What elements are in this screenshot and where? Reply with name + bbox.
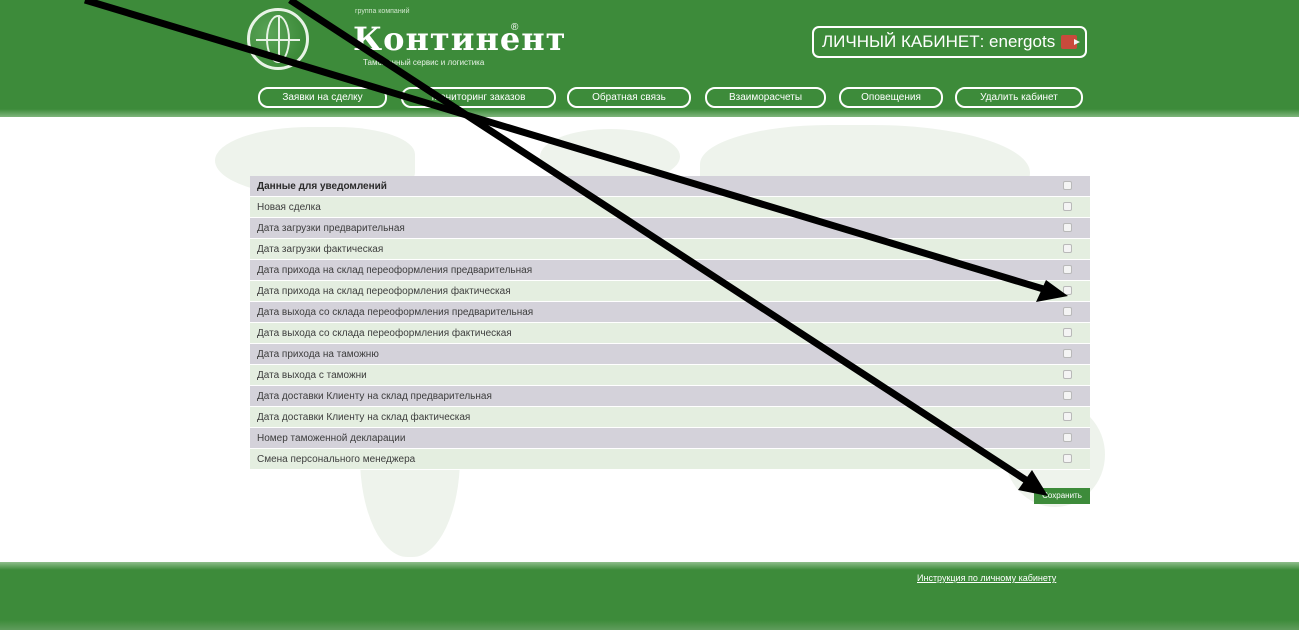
row-label: Дата прихода на склад переоформления пре… bbox=[250, 259, 1044, 281]
row-checkbox[interactable] bbox=[1062, 454, 1072, 464]
row-checkbox[interactable] bbox=[1062, 349, 1072, 359]
exit-icon[interactable] bbox=[1061, 35, 1081, 49]
nav-settlements-button[interactable]: Взаиморасчеты bbox=[705, 87, 826, 108]
row-checkbox[interactable] bbox=[1062, 265, 1072, 275]
site-footer: Инструкция по личному кабинету bbox=[0, 562, 1299, 630]
table-row: Дата выхода со склада переоформления пре… bbox=[250, 301, 1090, 323]
cabinet-label: ЛИЧНЫЙ КАБИНЕТ: energots bbox=[822, 32, 1056, 51]
table-row: Номер таможенной декларации bbox=[250, 427, 1090, 449]
save-button[interactable]: Сохранить bbox=[1034, 488, 1090, 504]
personal-cabinet-badge[interactable]: ЛИЧНЫЙ КАБИНЕТ: energots bbox=[812, 26, 1088, 58]
instructions-link[interactable]: Инструкция по личному кабинету bbox=[917, 573, 1056, 583]
row-checkbox[interactable] bbox=[1062, 244, 1072, 254]
table-row: Дата загрузки фактическая bbox=[250, 238, 1090, 260]
row-checkbox[interactable] bbox=[1062, 412, 1072, 422]
table-row: Дата прихода на таможню bbox=[250, 343, 1090, 365]
row-label: Дата загрузки фактическая bbox=[250, 238, 1044, 260]
table-row: Дата загрузки предварительная bbox=[250, 217, 1090, 239]
row-checkbox[interactable] bbox=[1062, 307, 1072, 317]
row-checkbox[interactable] bbox=[1062, 328, 1072, 338]
table-row: Дата доставки Клиенту на склад предварит… bbox=[250, 385, 1090, 407]
table-row: Дата выхода с таможни bbox=[250, 364, 1090, 386]
row-label: Дата доставки Клиенту на склад предварит… bbox=[250, 385, 1044, 407]
nav-order-monitoring-button[interactable]: Мониторинг заказов bbox=[401, 87, 556, 108]
site-header: группа компаний Континент ® Таможенный с… bbox=[0, 0, 1299, 117]
nav-delete-cabinet-button[interactable]: Удалить кабинет bbox=[955, 87, 1083, 108]
row-label: Дата прихода на склад переоформления фак… bbox=[250, 280, 1044, 302]
select-all-checkbox[interactable] bbox=[1062, 181, 1072, 191]
header-fade bbox=[0, 109, 1299, 117]
row-checkbox[interactable] bbox=[1062, 433, 1072, 443]
row-label: Номер таможенной декларации bbox=[250, 427, 1044, 449]
registered-mark: ® bbox=[511, 22, 519, 33]
row-checkbox[interactable] bbox=[1062, 223, 1072, 233]
table-title: Данные для уведомлений bbox=[250, 176, 1044, 197]
row-label: Дата загрузки предварительная bbox=[250, 217, 1044, 239]
logo-tagline: Таможенный сервис и логистика bbox=[363, 58, 485, 67]
row-label: Смена персонального менеджера bbox=[250, 448, 1044, 470]
table-header-row: Данные для уведомлений bbox=[250, 176, 1090, 197]
table-row: Дата доставки Клиенту на склад фактическ… bbox=[250, 406, 1090, 428]
row-label: Дата прихода на таможню bbox=[250, 343, 1044, 365]
nav-feedback-button[interactable]: Обратная связь bbox=[567, 87, 691, 108]
row-label: Дата выхода со склада переоформления пре… bbox=[250, 301, 1044, 323]
logo-group-text: группа компаний bbox=[355, 8, 410, 15]
globe-icon bbox=[247, 8, 309, 70]
row-label: Дата выхода со склада переоформления фак… bbox=[250, 322, 1044, 344]
company-logo[interactable]: группа компаний Континент ® Таможенный с… bbox=[245, 6, 565, 70]
table-row: Дата выхода со склада переоформления фак… bbox=[250, 322, 1090, 344]
notification-settings-table: Данные для уведомлений Новая сделка Дата… bbox=[250, 176, 1090, 470]
row-checkbox[interactable] bbox=[1062, 370, 1072, 380]
row-label: Дата доставки Клиенту на склад фактическ… bbox=[250, 406, 1044, 428]
table-row: Новая сделка bbox=[250, 196, 1090, 218]
logo-brand-name: Континент bbox=[353, 20, 567, 58]
table-row: Дата прихода на склад переоформления пре… bbox=[250, 259, 1090, 281]
row-checkbox[interactable] bbox=[1062, 391, 1072, 401]
table-row: Смена персонального менеджера bbox=[250, 448, 1090, 470]
row-checkbox[interactable] bbox=[1062, 286, 1072, 296]
nav-notifications-button[interactable]: Оповещения bbox=[839, 87, 943, 108]
row-label: Новая сделка bbox=[250, 196, 1044, 218]
nav-deal-requests-button[interactable]: Заявки на сделку bbox=[258, 87, 387, 108]
row-checkbox[interactable] bbox=[1062, 202, 1072, 212]
table-row: Дата прихода на склад переоформления фак… bbox=[250, 280, 1090, 302]
row-label: Дата выхода с таможни bbox=[250, 364, 1044, 386]
